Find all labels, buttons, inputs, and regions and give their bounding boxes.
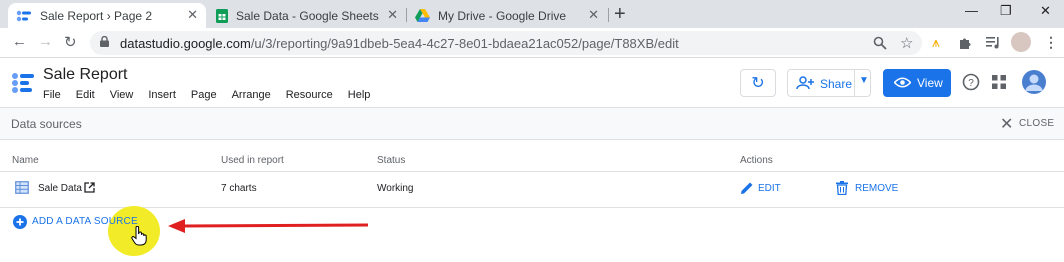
back-icon[interactable]: ← [12, 33, 27, 50]
hand-cursor-icon [131, 226, 147, 246]
report-title[interactable]: Sale Report [43, 66, 128, 84]
app-header: Sale Report File Edit View Insert Page A… [0, 58, 1064, 108]
tab-sale-report[interactable]: Sale Report › Page 2 ✕ [8, 3, 206, 28]
eye-icon [894, 77, 911, 88]
minimize-icon[interactable]: — [965, 3, 978, 18]
help-icon[interactable]: ? [962, 73, 980, 91]
menu-arrange[interactable]: Arrange [232, 89, 271, 101]
menu-view[interactable]: View [110, 89, 134, 101]
account-avatar[interactable] [1022, 70, 1046, 94]
panel-title: Data sources [11, 117, 82, 131]
drive-icon [415, 9, 430, 22]
share-button[interactable]: Share ▼ [787, 69, 871, 97]
url-text: datastudio.google.com/u/3/reporting/9a91… [120, 36, 679, 51]
open-external-icon[interactable] [84, 182, 95, 193]
data-studio-icon [16, 10, 31, 21]
menu-file[interactable]: File [43, 89, 61, 101]
tab-separator [608, 8, 609, 22]
close-icon[interactable]: ✕ [187, 7, 198, 23]
used-in-report: 7 charts [221, 183, 257, 194]
data-sources-header: Data sources ✕ CLOSE [0, 108, 1064, 140]
edit-button[interactable]: EDIT [758, 183, 781, 194]
view-label: View [917, 76, 943, 90]
extension-a-icon[interactable]: ⩚ [932, 34, 940, 51]
tab-title: Sale Report › Page 2 [40, 8, 153, 23]
menu-help[interactable]: Help [348, 89, 371, 101]
trash-icon[interactable] [836, 181, 848, 195]
add-data-source-label: ADD A DATA SOURCE [32, 216, 138, 227]
add-person-icon [796, 76, 814, 90]
browser-menu-icon[interactable]: ⋮ [1044, 34, 1058, 51]
menu-bar: File Edit View Insert Page Arrange Resou… [43, 89, 370, 101]
extensions-puzzle-icon[interactable] [958, 36, 972, 50]
divider [0, 207, 1064, 208]
browser-toolbar: ← → ↻ datastudio.google.com/u/3/reportin… [0, 28, 1064, 58]
annotation-arrow [168, 219, 369, 233]
forward-icon[interactable]: → [38, 33, 53, 50]
person-icon [1025, 74, 1043, 91]
close-icon[interactable]: ✕ [387, 7, 398, 23]
browser-tab-strip: Sale Report › Page 2 ✕ Sale Data - Googl… [0, 0, 1064, 28]
remove-button[interactable]: REMOVE [855, 183, 898, 194]
tab-title: My Drive - Google Drive [438, 8, 567, 23]
new-tab-icon[interactable]: + [614, 3, 626, 26]
menu-insert[interactable]: Insert [148, 89, 176, 101]
menu-edit[interactable]: Edit [76, 89, 95, 101]
refresh-data-button[interactable]: ↻ [740, 69, 776, 97]
menu-page[interactable]: Page [191, 89, 217, 101]
tab-sale-data-sheets[interactable]: Sale Data - Google Sheets ✕ [208, 3, 406, 28]
address-bar[interactable]: datastudio.google.com/u/3/reporting/9a91… [90, 31, 922, 55]
chevron-down-icon[interactable]: ▼ [859, 75, 869, 86]
tab-my-drive[interactable]: My Drive - Google Drive ✕ [407, 3, 607, 28]
reload-icon[interactable]: ↻ [64, 33, 77, 51]
data-source-name[interactable]: Sale Data [38, 183, 82, 194]
profile-avatar[interactable] [1011, 32, 1031, 52]
close-button[interactable]: CLOSE [1019, 118, 1054, 129]
divider [0, 171, 1064, 172]
bookmark-star-icon[interactable]: ☆ [900, 34, 913, 52]
close-icon[interactable]: ✕ [588, 7, 599, 23]
share-label: Share [820, 77, 853, 91]
view-button[interactable]: View [883, 69, 951, 97]
tab-title: Sale Data - Google Sheets [236, 8, 379, 23]
zoom-icon[interactable] [873, 36, 887, 50]
window-close-icon[interactable]: ✕ [1040, 3, 1051, 19]
column-header-name[interactable]: Name [12, 155, 39, 166]
apps-grid-icon[interactable] [992, 75, 1006, 89]
pencil-icon[interactable] [740, 181, 754, 195]
column-header-status[interactable]: Status [377, 155, 405, 166]
sheets-icon [216, 8, 228, 23]
add-circle-icon [13, 215, 27, 229]
svg-text:?: ? [968, 78, 974, 89]
refresh-icon: ↻ [751, 75, 765, 92]
close-icon[interactable]: ✕ [1000, 114, 1013, 134]
column-header-actions: Actions [740, 155, 773, 166]
status-text: Working [377, 183, 414, 194]
data-studio-logo-icon[interactable] [11, 71, 35, 95]
media-queue-icon[interactable] [986, 36, 1000, 49]
lock-icon [100, 36, 109, 47]
divider [854, 70, 855, 96]
table-icon [15, 181, 29, 194]
restore-icon[interactable]: ❐ [1000, 3, 1012, 19]
column-header-used[interactable]: Used in report [221, 155, 284, 166]
menu-resource[interactable]: Resource [286, 89, 333, 101]
